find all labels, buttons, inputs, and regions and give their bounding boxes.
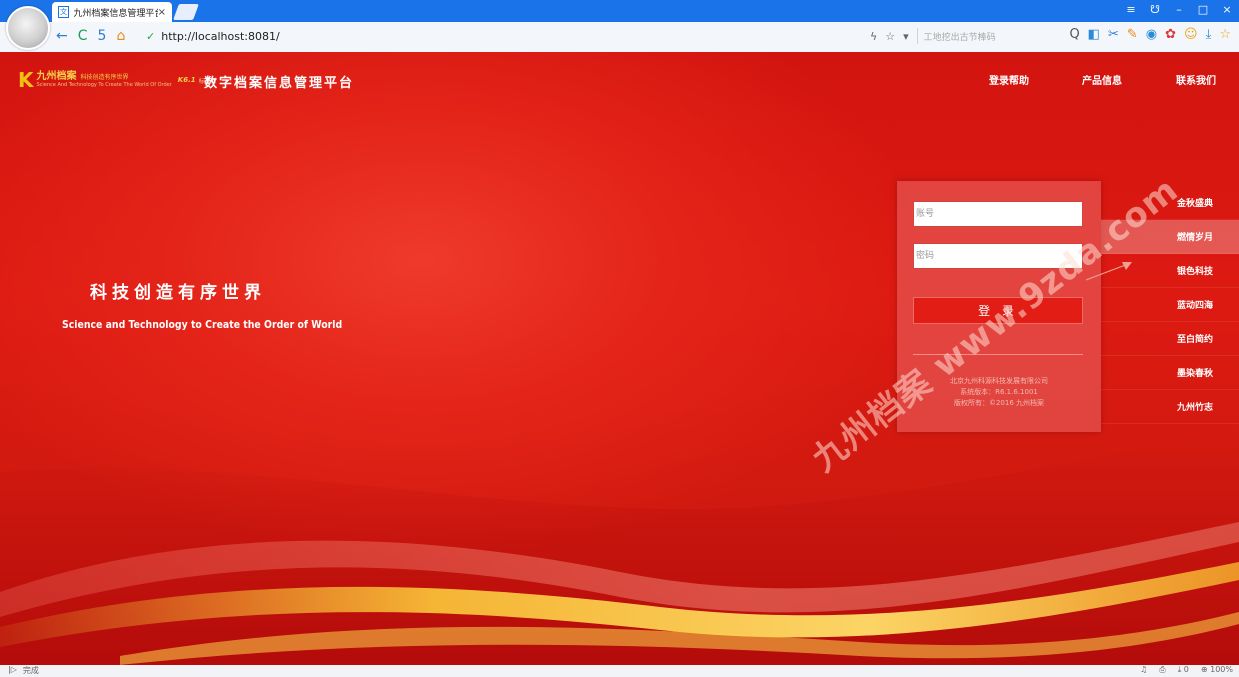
zoom-level: 100% [1210, 665, 1233, 674]
close-tab-icon[interactable]: × [158, 7, 166, 18]
home-icon[interactable]: ⌂ [116, 28, 125, 44]
new-tab-button[interactable] [173, 4, 199, 20]
toolbar-icons: Q ◧ ✂ ✎ ◉ ✿ ☺ ⤓ ☆ [1069, 27, 1231, 42]
split-screen-icon[interactable]: ◧ [1088, 27, 1100, 42]
status-left: |▷ 完成 [8, 665, 39, 676]
login-page: K 九州档案 科技创造有序世界 Science And Technology T… [0, 52, 1239, 665]
address-bar[interactable]: ✓ http://localhost:8081/ [146, 27, 866, 46]
hero-slogan-en: Science and Technology to Create the Ord… [62, 318, 343, 331]
zoom-control[interactable]: ⊕ 100% [1201, 665, 1233, 675]
favorites-icon[interactable]: ☆ [1219, 27, 1231, 42]
lightning-icon[interactable]: ϟ [870, 30, 877, 43]
bookmark-star-icon[interactable]: ☆ [885, 30, 895, 43]
logo-slogan: Science And Technology To Create The Wor… [36, 82, 172, 88]
account-input[interactable] [913, 201, 1083, 227]
tab-strip: 文 九州档案信息管理平台 × ≡ ☋ – □ × [0, 0, 1239, 22]
skin-icon[interactable]: ☋ [1149, 3, 1161, 16]
window-controls: ≡ ☋ – □ × [1125, 3, 1233, 16]
logo-text: 九州档案 科技创造有序世界 Science And Technology To … [37, 71, 172, 89]
status-bar: |▷ 完成 ♫ ⎙ ⤓ 0 ⊕ 100% [0, 665, 1239, 677]
logo-k-mark: K [18, 68, 34, 92]
search-icon[interactable]: Q [1069, 27, 1079, 42]
address-actions: ϟ ☆ ▾ 工地挖出古节棒码 [870, 28, 1034, 44]
status-right: ♫ ⎙ ⤓ 0 ⊕ 100% [1140, 665, 1233, 675]
theme-item-ink-autumn[interactable]: 墨染春秋 [1101, 356, 1239, 390]
logo-name: 九州档案 [36, 71, 77, 82]
translate-icon[interactable]: ◉ [1146, 27, 1157, 42]
zoom-icon: ⊕ [1200, 665, 1208, 674]
browser-tab[interactable]: 文 九州档案信息管理平台 × [52, 2, 172, 22]
hero-slogan-cn: 科技创造有序世界 [90, 283, 266, 303]
status-play-icon[interactable]: |▷ [8, 665, 17, 676]
url-text[interactable]: http://localhost:8081/ [161, 30, 279, 43]
close-window-icon[interactable]: × [1221, 3, 1233, 16]
theme-item-bamboo[interactable]: 九州竹志 [1101, 390, 1239, 424]
search-hint[interactable]: 工地挖出古节棒码 [916, 28, 1034, 44]
tab-title: 九州档案信息管理平台 [73, 8, 158, 19]
sound-icon[interactable]: ♫ [1140, 665, 1147, 675]
extension-icon[interactable]: ✿ [1165, 27, 1176, 42]
download-status[interactable]: ⤓ 0 [1178, 665, 1189, 675]
user-avatar[interactable] [6, 6, 50, 50]
status-text: 完成 [22, 666, 39, 675]
smile-icon[interactable]: ☺ [1184, 27, 1198, 42]
screenshot-icon[interactable]: ✂ [1108, 27, 1119, 42]
theme-item-pure-white[interactable]: 至白简约 [1101, 322, 1239, 356]
download-count: 0 [1183, 665, 1189, 674]
download-icon[interactable]: ⤓ [1206, 27, 1212, 42]
dropdown-icon[interactable]: ▾ [903, 30, 909, 43]
nav-product-info[interactable]: 产品信息 [1082, 72, 1122, 87]
shield-icon: ✓ [146, 30, 156, 43]
download-status-icon: ⤓ [1177, 665, 1182, 674]
back-icon[interactable]: ← [56, 28, 68, 44]
logo-version: K6.1 [177, 76, 196, 84]
favicon-icon: 文 [58, 6, 70, 18]
navigation-bar: ← C 5 ⌂ ✓ http://localhost:8081/ ϟ ☆ ▾ 工… [0, 22, 1239, 52]
browser-chrome: 文 九州档案信息管理平台 × ≡ ☋ – □ × ← C 5 ⌂ ✓ http:… [0, 0, 1239, 52]
print-icon[interactable]: ⎙ [1159, 665, 1165, 675]
undo-icon[interactable]: 5 [98, 28, 107, 44]
theme-item-silver-tech[interactable]: 银色科技 [1101, 254, 1239, 288]
pen-icon[interactable]: ✎ [1127, 27, 1138, 42]
nav-buttons: ← C 5 ⌂ [56, 28, 125, 44]
reload-icon[interactable]: C [78, 28, 88, 44]
menu-icon[interactable]: ≡ [1125, 3, 1137, 16]
platform-title: 数字档案信息管理平台 [204, 76, 355, 91]
theme-item-blue-seas[interactable]: 蓝动四海 [1101, 288, 1239, 322]
minimize-icon[interactable]: – [1173, 3, 1185, 16]
maximize-icon[interactable]: □ [1197, 3, 1209, 16]
logo[interactable]: K 九州档案 科技创造有序世界 Science And Technology T… [18, 68, 217, 92]
nav-login-help[interactable]: 登录帮助 [989, 72, 1029, 87]
logo-subtitle: 科技创造有序世界 [80, 74, 129, 81]
nav-contact-us[interactable]: 联系我们 [1176, 72, 1216, 87]
